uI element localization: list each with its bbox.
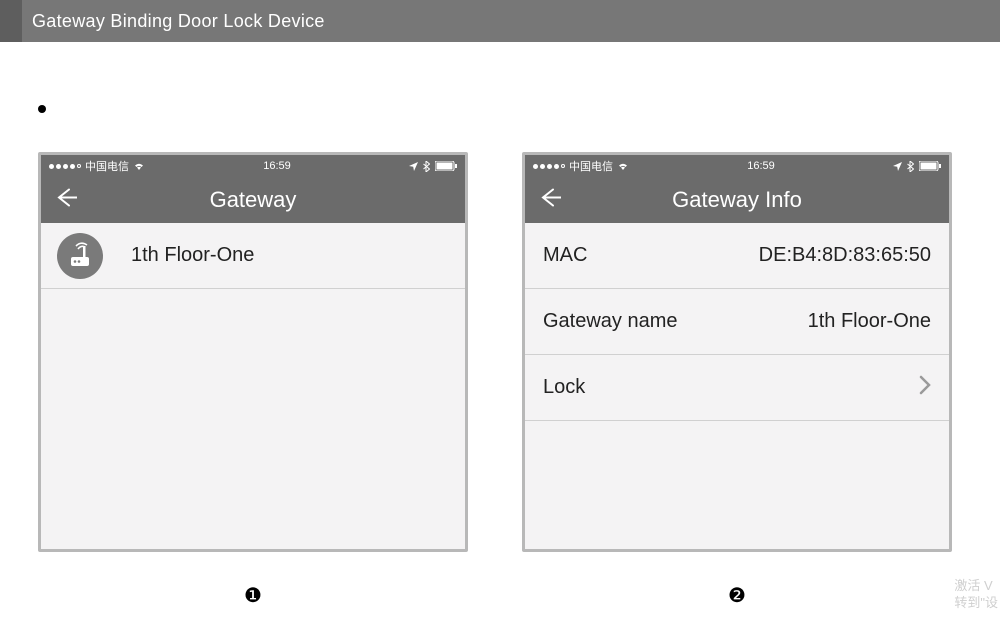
status-time: 16:59 <box>263 160 291 172</box>
wifi-icon <box>133 161 145 171</box>
gateway-name-label: Gateway name <box>543 310 678 333</box>
status-right <box>893 161 941 172</box>
nav-title: Gateway <box>41 187 465 213</box>
status-time: 16:59 <box>747 160 775 172</box>
mac-label: MAC <box>543 244 587 267</box>
gateway-icon <box>57 233 103 279</box>
signal-icon <box>533 164 565 169</box>
status-left: 中国电信 <box>49 158 145 174</box>
status-left: 中国电信 <box>533 158 629 174</box>
signal-icon <box>49 164 81 169</box>
nav-title: Gateway Info <box>525 187 949 213</box>
wifi-icon <box>617 161 629 171</box>
back-button[interactable] <box>539 188 561 213</box>
step-1: ❶ <box>38 583 468 608</box>
mac-value: DE:B4:8D:83:65:50 <box>759 244 931 267</box>
status-bar: 中国电信 16:59 <box>525 155 949 177</box>
nav-bar: Gateway Info <box>525 177 949 223</box>
info-row-mac: MAC DE:B4:8D:83:65:50 <box>525 223 949 289</box>
location-icon <box>409 162 418 171</box>
location-icon <box>893 162 902 171</box>
battery-icon <box>919 161 941 171</box>
bluetooth-icon <box>423 161 430 172</box>
status-right <box>409 161 457 172</box>
phone-gateway-info: 中国电信 16:59 Gateway <box>522 152 952 552</box>
page-banner: Gateway Binding Door Lock Device <box>0 0 1000 42</box>
watermark: 激活 V 转到"设 <box>954 578 998 612</box>
watermark-line2: 转到"设 <box>954 595 998 612</box>
info-row-gateway-name[interactable]: Gateway name 1th Floor-One <box>525 289 949 355</box>
gateway-list-item[interactable]: 1th Floor-One <box>41 223 465 289</box>
info-row-lock[interactable]: Lock <box>525 355 949 421</box>
chevron-right-icon <box>919 375 931 400</box>
bullet-point <box>38 105 46 113</box>
phone-gateway-list: 中国电信 16:59 Gateway <box>38 152 468 552</box>
step-numbers: ❶ ❷ <box>38 583 976 608</box>
gateway-list: 1th Floor-One <box>41 223 465 549</box>
lock-label: Lock <box>543 376 585 399</box>
bluetooth-icon <box>907 161 914 172</box>
step-2: ❷ <box>522 583 952 608</box>
battery-icon <box>435 161 457 171</box>
info-list: MAC DE:B4:8D:83:65:50 Gateway name 1th F… <box>525 223 949 549</box>
banner-accent <box>0 0 22 42</box>
watermark-line1: 激活 V <box>954 578 998 595</box>
gateway-name-value: 1th Floor-One <box>808 310 931 333</box>
carrier-label: 中国电信 <box>85 158 129 174</box>
nav-bar: Gateway <box>41 177 465 223</box>
gateway-item-label: 1th Floor-One <box>131 244 254 267</box>
back-button[interactable] <box>55 188 77 213</box>
status-bar: 中国电信 16:59 <box>41 155 465 177</box>
page-title: Gateway Binding Door Lock Device <box>32 11 325 32</box>
carrier-label: 中国电信 <box>569 158 613 174</box>
